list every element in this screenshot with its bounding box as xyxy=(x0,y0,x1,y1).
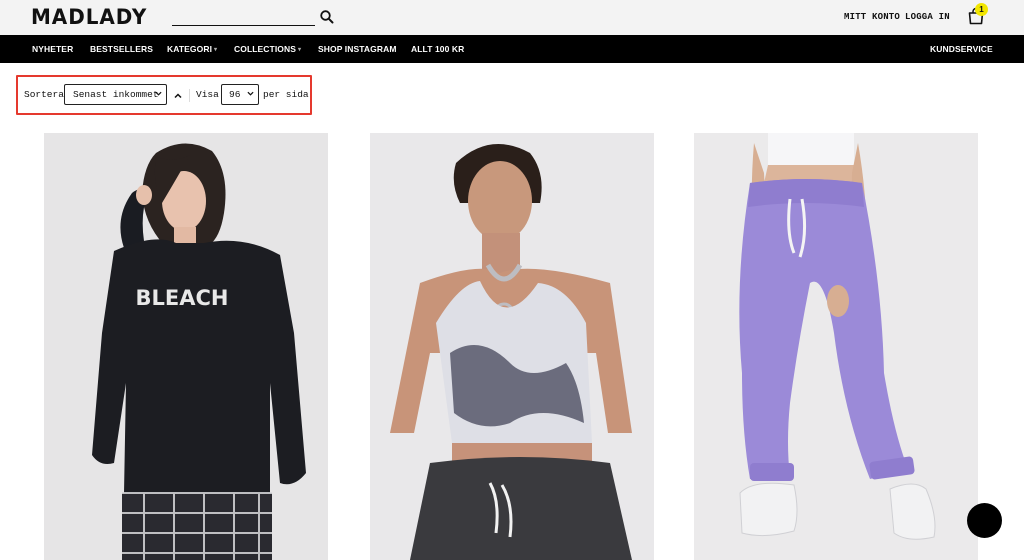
main-navigation: NYHETER BESTSELLERS KATEGORI ▾ COLLECTION… xyxy=(0,35,1024,63)
top-header: MADLADY MITT KONTO LOGGA IN 1 xyxy=(0,0,1024,35)
cart-count-badge: 1 xyxy=(975,3,988,16)
search-input[interactable] xyxy=(172,9,315,26)
search-icon[interactable] xyxy=(319,9,335,25)
sort-select[interactable]: Senast inkommet xyxy=(64,84,167,105)
show-label: Visa xyxy=(196,89,219,100)
sort-toolbar: Sortera Senast inkommet Visa 96 per sida xyxy=(16,75,312,115)
caret-down-icon: ▾ xyxy=(298,47,302,53)
caret-down-icon: ▾ xyxy=(214,47,218,53)
product-card-crop-top[interactable] xyxy=(370,133,654,560)
nav-item-allt-100-kr[interactable]: ALLT 100 KR xyxy=(411,44,464,54)
my-account-link[interactable]: MITT KONTO xyxy=(844,12,900,22)
chevron-down-icon xyxy=(247,91,254,96)
nav-item-kundservice[interactable]: KUNDSERVICE xyxy=(930,44,993,54)
product-image: BLEACH xyxy=(44,133,328,560)
nav-item-kategori[interactable]: KATEGORI ▾ xyxy=(167,44,217,54)
product-card-sweatpants[interactable] xyxy=(694,133,978,560)
site-logo[interactable]: MADLADY xyxy=(31,5,147,29)
sweatshirt-print-text: BLEACH xyxy=(136,286,229,310)
sort-label: Sortera xyxy=(24,89,64,100)
login-link[interactable]: LOGGA IN xyxy=(905,12,950,22)
nav-item-bestsellers[interactable]: BESTSELLERS xyxy=(90,44,153,54)
sort-selected-value: Senast inkommet xyxy=(73,89,159,100)
breadcrumb xyxy=(22,63,152,67)
per-page-select[interactable]: 96 xyxy=(221,84,259,105)
per-page-selected-value: 96 xyxy=(229,89,241,100)
nav-item-collections[interactable]: COLLECTIONS ▾ xyxy=(234,44,301,54)
per-page-label: per sida xyxy=(263,89,309,100)
product-image xyxy=(370,133,654,560)
nav-item-nyheter[interactable]: NYHETER xyxy=(32,44,73,54)
product-card-sweatshirt[interactable]: BLEACH xyxy=(44,133,328,560)
toolbar-divider xyxy=(189,89,190,102)
product-image xyxy=(694,133,978,560)
chevron-down-icon xyxy=(155,91,162,96)
sort-direction-icon[interactable] xyxy=(173,88,183,99)
nav-item-shop-instagram[interactable]: SHOP INSTAGRAM xyxy=(318,44,397,54)
chat-icon[interactable] xyxy=(967,503,1002,538)
